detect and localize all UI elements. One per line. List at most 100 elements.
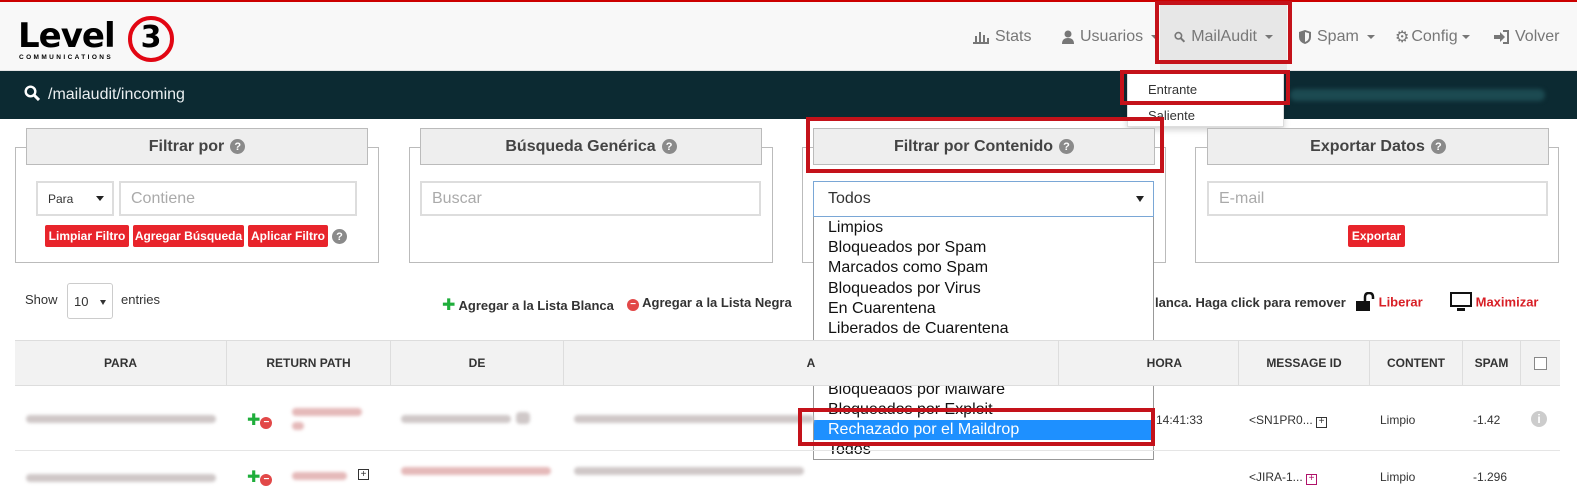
col-header-hora[interactable]: HORA: [1059, 341, 1239, 386]
expand-icon[interactable]: +: [1316, 416, 1328, 428]
col-header-content[interactable]: CONTENT: [1370, 341, 1463, 386]
col-header-message-id[interactable]: MESSAGE ID: [1239, 341, 1370, 386]
blurred-subject: [574, 467, 804, 475]
current-path: /mailaudit/incoming: [48, 86, 185, 103]
select-all-checkbox[interactable]: [1534, 356, 1547, 370]
expand-icon[interactable]: +: [358, 469, 369, 480]
release-button[interactable]: Liberar: [1355, 291, 1423, 312]
entries-value: 10: [74, 294, 89, 309]
top-navbar: Level 3 COMMUNICATIONS Stats Usuarios Ma…: [0, 0, 1577, 71]
highlight-box-rechazado: [798, 408, 1155, 446]
col-header-a[interactable]: A: [564, 341, 1059, 386]
minus-icon[interactable]: −: [260, 473, 273, 486]
logo-word: Level: [18, 16, 116, 56]
plus-icon[interactable]: ✚: [247, 467, 260, 487]
nav-volver[interactable]: Volver: [1494, 2, 1559, 71]
content-option[interactable]: Liberados de Cuarentena: [814, 319, 1153, 339]
add-search-button[interactable]: Agregar Búsqueda: [133, 225, 244, 247]
add-whitelist-label: Agregar a la Lista Blanca: [458, 298, 614, 313]
panel-title-text: Búsqueda Genérica: [505, 137, 656, 155]
gear-icon: ⚙: [1395, 28, 1410, 46]
row-content: Limpio: [1380, 470, 1416, 484]
export-button[interactable]: Exportar: [1348, 225, 1405, 247]
col-header-return-path[interactable]: RETURN PATH: [227, 341, 391, 386]
help-icon[interactable]: ?: [230, 139, 246, 154]
col-header-para[interactable]: PARA: [15, 341, 227, 386]
shield-icon: [1299, 29, 1311, 44]
select-value: Para: [48, 191, 74, 206]
filter-field-select[interactable]: Para: [36, 181, 114, 216]
content-option[interactable]: Marcados como Spam: [814, 258, 1153, 278]
nav-usuarios-label: Usuarios: [1080, 27, 1144, 45]
nav-usuarios[interactable]: Usuarios: [1062, 2, 1160, 71]
help-icon[interactable]: ?: [661, 139, 677, 154]
blurred-recipient: [26, 415, 216, 423]
content-option[interactable]: Bloqueados por Virus: [814, 279, 1153, 299]
blurred-return-path: [292, 422, 304, 430]
row-time: 14:41:33: [1156, 413, 1203, 427]
chevron-down-icon: [1136, 196, 1144, 202]
help-icon[interactable]: ?: [1430, 139, 1446, 154]
clear-filter-button[interactable]: Limpiar Filtro: [45, 225, 129, 247]
bar-chart-icon: [973, 31, 989, 44]
release-label: Liberar: [1378, 294, 1423, 310]
row-message-id: <SN1PR0... +: [1249, 413, 1328, 428]
minus-icon[interactable]: −: [260, 416, 273, 429]
monitor-icon: [1450, 292, 1472, 311]
maximize-label: Maximizar: [1475, 294, 1539, 310]
add-blacklist-button[interactable]: − Agregar a la Lista Negra: [627, 295, 792, 311]
panel-exportar-title: Exportar Datos ?: [1207, 128, 1549, 165]
chevron-down-icon: [100, 300, 106, 305]
maximize-button[interactable]: Maximizar: [1450, 292, 1539, 312]
panel-title-text: Exportar Datos: [1310, 137, 1425, 155]
content-option[interactable]: Bloqueados por Spam: [814, 238, 1153, 258]
search-placeholder: Buscar: [432, 189, 482, 207]
nav-spam[interactable]: Spam: [1299, 2, 1375, 71]
col-header-de[interactable]: DE: [391, 341, 564, 386]
highlight-box-filtrar-contenido: [806, 117, 1164, 173]
content-option[interactable]: En Cuarentena: [814, 299, 1153, 319]
content-option[interactable]: Limpios: [814, 218, 1153, 238]
generic-search-input[interactable]: Buscar: [420, 181, 761, 216]
blurred-sender: [401, 415, 511, 423]
nav-spam-label: Spam: [1317, 27, 1359, 45]
user-icon: [1062, 30, 1074, 44]
content-filter-select[interactable]: Todos: [813, 181, 1154, 217]
nav-config-label: Config: [1411, 27, 1458, 45]
blurred-icon: [516, 412, 530, 424]
entries-select[interactable]: 10: [67, 283, 113, 319]
row-actions: ✚ −: [247, 467, 273, 487]
add-blacklist-label: Agregar a la Lista Negra: [642, 295, 792, 310]
panel-title-text: Filtrar por: [148, 137, 225, 155]
level3-logo[interactable]: Level 3 COMMUNICATIONS: [18, 16, 178, 62]
show-label: Show: [25, 292, 58, 307]
apply-filter-button[interactable]: Aplicar Filtro: [248, 225, 328, 247]
row-spam-score: -1.42: [1473, 413, 1501, 427]
entries-label: entries: [121, 292, 161, 307]
export-email-input[interactable]: E-mail: [1207, 181, 1548, 216]
plus-icon[interactable]: ✚: [247, 410, 260, 430]
contains-input[interactable]: Contiene: [119, 181, 357, 216]
help-icon[interactable]: ?: [332, 229, 347, 244]
row-actions: ✚ −: [247, 410, 273, 430]
row-message-id: <JIRA-1... +: [1249, 470, 1318, 485]
nav-stats[interactable]: Stats: [973, 2, 1031, 71]
add-whitelist-button[interactable]: ✚ Agregar a la Lista Blanca: [442, 295, 614, 315]
chevron-down-icon: [1366, 34, 1375, 39]
col-header-spam[interactable]: SPAM: [1463, 341, 1521, 386]
logo-tagline: COMMUNICATIONS: [19, 54, 114, 61]
info-icon[interactable]: i: [1531, 411, 1547, 427]
message-id-text: <SN1PR0...: [1249, 413, 1313, 427]
content-select-value: Todos: [828, 190, 871, 207]
panel-busqueda-title: Búsqueda Genérica ?: [420, 128, 762, 165]
nav-config[interactable]: ⚙ Config: [1395, 2, 1470, 71]
nav-stats-label: Stats: [995, 27, 1032, 45]
contains-placeholder: Contiene: [131, 189, 196, 207]
highlight-box-mailaudit: [1155, 1, 1292, 64]
sign-out-icon: [1494, 29, 1509, 44]
unlock-icon: [1356, 291, 1375, 311]
chevron-down-icon: [96, 196, 104, 201]
blurred-sender: [401, 467, 551, 475]
blurred-return-path: [292, 408, 362, 416]
row-content: Limpio: [1380, 413, 1416, 427]
